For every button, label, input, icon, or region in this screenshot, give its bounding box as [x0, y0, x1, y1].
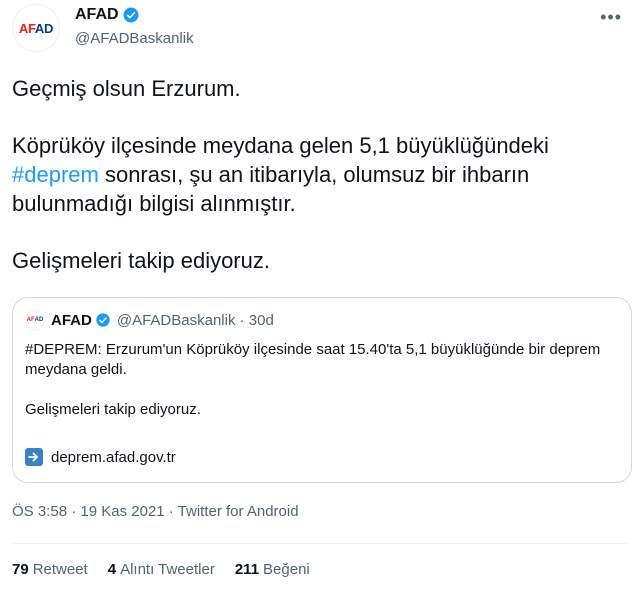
- more-icon[interactable]: •••: [600, 8, 622, 26]
- logo-text-b: AD: [34, 20, 54, 36]
- quote-handle-time: @AFADBaskanlik · 30d: [116, 311, 274, 329]
- tweet-text-part: Köprüköy ilçesinde meydana gelen 5,1 büy…: [12, 133, 549, 158]
- like-count[interactable]: 211 Beğeni: [235, 561, 310, 578]
- quote-text-2: Gelişmeleri takip ediyoruz.: [25, 401, 201, 418]
- like-number: 211: [234, 561, 260, 578]
- tweet-body: Geçmiş olsun Erzurum. Köprüköy ilçesinde…: [12, 74, 628, 275]
- divider: [12, 543, 628, 544]
- tweet-paragraph-2: Köprüköy ilçesinde meydana gelen 5,1 büy…: [12, 131, 628, 218]
- quote-body: #DEPREM: Erzurum'un Köprüköy ilçesinde s…: [25, 340, 615, 420]
- afad-logo: AFAD: [18, 20, 54, 36]
- author-handle[interactable]: @AFADBaskanlik: [75, 30, 194, 47]
- quote-header: AF AD AFAD @AFADBaskanlik · 30d: [25, 310, 274, 330]
- link-arrow-icon: [25, 448, 43, 466]
- tweet-line-3: Gelişmeleri takip ediyoruz.: [12, 248, 270, 273]
- verified-badge-icon: [123, 7, 139, 23]
- quote-number: 4: [107, 561, 117, 578]
- like-label: Beğeni: [263, 561, 310, 578]
- hashtag-link[interactable]: #deprem: [12, 162, 99, 187]
- logo-text-a: AF: [18, 20, 35, 36]
- quote-link[interactable]: deprem.afad.gov.tr: [25, 448, 176, 466]
- author-name-row: AFAD: [75, 6, 140, 24]
- avatar[interactable]: AFAD: [12, 4, 60, 52]
- tweet-stats: 79 Retweet 4 Alıntı Tweetler 211 Beğeni: [12, 561, 330, 578]
- tweet-line-1: Geçmiş olsun Erzurum.: [12, 76, 241, 101]
- quote-author-name: AFAD: [51, 311, 92, 329]
- quote-label: Alıntı Tweetler: [120, 561, 215, 578]
- quote-count[interactable]: 4 Alıntı Tweetler: [108, 561, 215, 578]
- quote-link-text[interactable]: deprem.afad.gov.tr: [51, 449, 176, 466]
- retweet-count[interactable]: 79 Retweet: [12, 561, 88, 578]
- quote-text-1: #DEPREM: Erzurum'un Köprüköy ilçesinde s…: [25, 341, 601, 378]
- author-name[interactable]: AFAD: [75, 6, 119, 24]
- quote-avatar: AF AD: [25, 310, 45, 330]
- tweet-meta[interactable]: ÖS 3:58 · 19 Kas 2021 · Twitter for Andr…: [12, 503, 299, 520]
- tweet-header: AFAD AFAD @AFADBaskanlik •••: [12, 4, 628, 52]
- quoted-tweet[interactable]: AF AD AFAD @AFADBaskanlik · 30d #DEPREM: …: [12, 297, 632, 483]
- retweet-number: 79: [12, 561, 29, 578]
- retweet-label: Retweet: [32, 561, 88, 578]
- verified-badge-icon: [96, 313, 110, 327]
